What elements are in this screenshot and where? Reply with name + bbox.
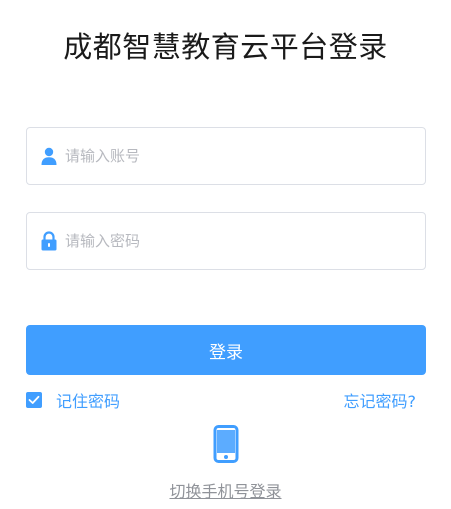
remember-password[interactable]: 记住密码 [26,388,120,412]
account-input[interactable] [65,136,395,176]
login-button[interactable]: 登录 [26,325,426,375]
user-icon [40,146,58,166]
mobile-phone-icon[interactable] [213,425,239,463]
login-page: 成都智慧教育云平台登录 登录 记住密码 忘记密码? [0,0,451,509]
page-title: 成都智慧教育云平台登录 [63,30,388,64]
switch-phone-login-link[interactable]: 切换手机号登录 [0,478,451,502]
lock-icon [40,231,58,251]
forgot-password-link[interactable]: 忘记密码? [344,388,417,412]
password-field[interactable] [26,212,426,270]
remember-label[interactable]: 记住密码 [56,388,120,412]
password-input[interactable] [65,221,395,261]
account-field[interactable] [26,127,426,185]
remember-checkbox[interactable] [26,392,42,408]
check-icon [28,395,40,404]
